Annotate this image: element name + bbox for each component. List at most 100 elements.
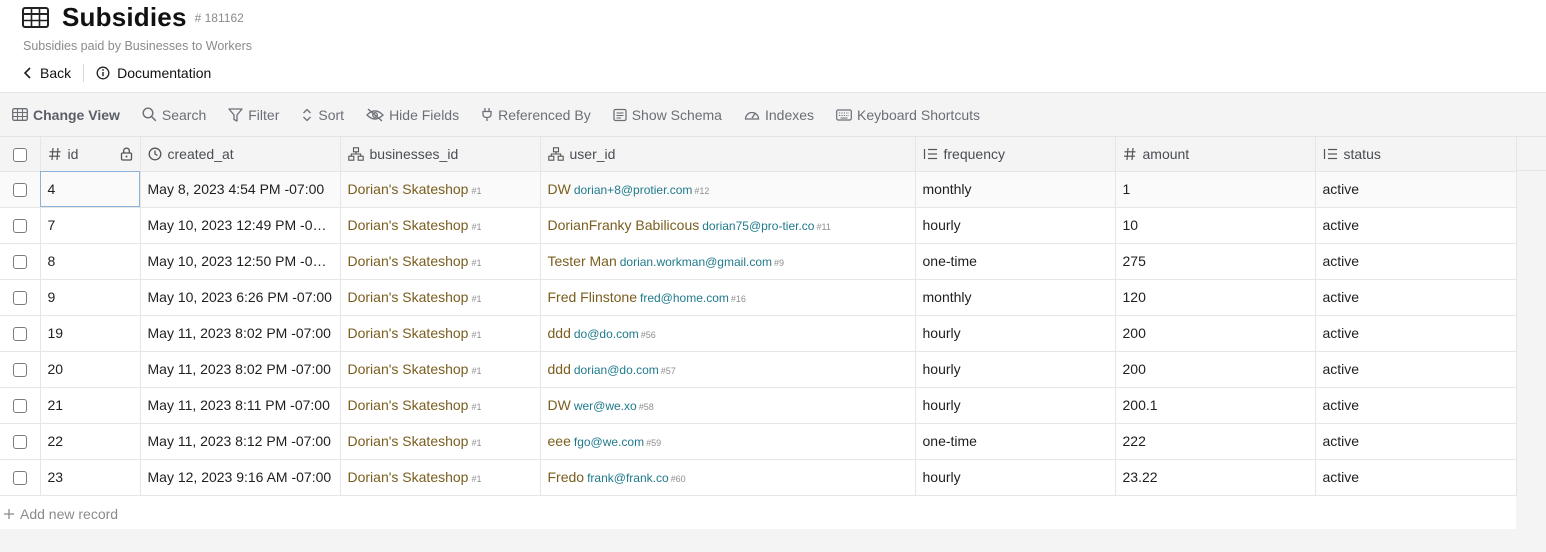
cell-amount[interactable]: 222 [1115, 423, 1316, 460]
user-name[interactable]: Fredo [548, 469, 585, 485]
column-header-created-at[interactable]: created_at [140, 137, 341, 172]
cell-amount[interactable]: 200 [1115, 351, 1316, 388]
business-name[interactable]: Dorian's Skateshop [348, 325, 469, 341]
cell-status[interactable]: active [1315, 423, 1517, 460]
cell-frequency[interactable]: hourly [915, 387, 1116, 424]
user-name[interactable]: Tester Man [548, 253, 617, 269]
column-header-amount[interactable]: amount [1115, 137, 1316, 172]
cell-status[interactable]: active [1315, 171, 1517, 208]
cell-businesses-id[interactable]: Dorian's Skateshop #1 [340, 459, 541, 496]
row-checkbox[interactable] [12, 183, 27, 198]
business-name[interactable]: Dorian's Skateshop [348, 361, 469, 377]
cell-created-at[interactable]: May 11, 2023 8:02 PM -07:00 [140, 315, 341, 352]
table-row[interactable]: 7 May 10, 2023 12:49 PM -07:00 Dorian's Sk… [0, 207, 1517, 244]
business-name[interactable]: Dorian's Skateshop [348, 289, 469, 305]
cell-id[interactable]: 4 [40, 171, 141, 208]
user-name[interactable]: ddd [548, 325, 571, 341]
cell-frequency[interactable]: monthly [915, 279, 1116, 316]
cell-status[interactable]: active [1315, 279, 1517, 316]
cell-user-id[interactable]: DW wer@we.xo #58 [540, 387, 916, 424]
cell-id[interactable]: 9 [40, 279, 141, 316]
cell-created-at[interactable]: May 8, 2023 4:54 PM -07:00 [140, 171, 341, 208]
user-name[interactable]: DW [548, 397, 571, 413]
hide-fields-button[interactable]: Hide Fields [366, 107, 459, 123]
add-record-button[interactable]: Add new record [0, 496, 1516, 532]
user-name[interactable]: Fred Flinstone [548, 289, 637, 305]
row-checkbox[interactable] [12, 363, 27, 378]
cell-businesses-id[interactable]: Dorian's Skateshop #1 [340, 171, 541, 208]
cell-user-id[interactable]: ddd do@do.com #56 [540, 315, 916, 352]
user-name[interactable]: eee [548, 433, 571, 449]
row-checkbox[interactable] [12, 219, 27, 234]
row-checkbox[interactable] [12, 291, 27, 306]
row-checkbox[interactable] [12, 435, 27, 450]
table-row[interactable]: 22 May 11, 2023 8:12 PM -07:00 Dorian's Sk… [0, 423, 1517, 460]
cell-user-id[interactable]: Tester Man dorian.workman@gmail.com #9 [540, 243, 916, 280]
row-checkbox[interactable] [12, 399, 27, 414]
show-schema-button[interactable]: Show Schema [613, 107, 722, 123]
cell-frequency[interactable]: hourly [915, 459, 1116, 496]
cell-amount[interactable]: 120 [1115, 279, 1316, 316]
table-row[interactable]: 23 May 12, 2023 9:16 AM -07:00 Dorian's Sk… [0, 459, 1517, 496]
cell-businesses-id[interactable]: Dorian's Skateshop #1 [340, 279, 541, 316]
table-row[interactable]: 21 May 11, 2023 8:11 PM -07:00 Dorian's Sk… [0, 387, 1517, 424]
cell-frequency[interactable]: hourly [915, 207, 1116, 244]
cell-amount[interactable]: 10 [1115, 207, 1316, 244]
table-row[interactable]: 9 May 10, 2023 6:26 PM -07:00 Dorian's Ska… [0, 279, 1517, 316]
search-button[interactable]: Search [142, 107, 206, 123]
cell-created-at[interactable]: May 10, 2023 12:49 PM -07:00 [140, 207, 341, 244]
cell-created-at[interactable]: May 10, 2023 12:50 PM -07:00 [140, 243, 341, 280]
cell-frequency[interactable]: hourly [915, 315, 1116, 352]
row-checkbox[interactable] [12, 471, 27, 486]
cell-status[interactable]: active [1315, 459, 1517, 496]
cell-created-at[interactable]: May 12, 2023 9:16 AM -07:00 [140, 459, 341, 496]
cell-status[interactable]: active [1315, 315, 1517, 352]
cell-amount[interactable]: 23.22 [1115, 459, 1316, 496]
row-checkbox[interactable] [12, 255, 27, 270]
sort-button[interactable]: Sort [301, 107, 344, 123]
cell-status[interactable]: active [1315, 207, 1517, 244]
business-name[interactable]: Dorian's Skateshop [348, 469, 469, 485]
cell-amount[interactable]: 200.1 [1115, 387, 1316, 424]
business-name[interactable]: Dorian's Skateshop [348, 181, 469, 197]
user-name[interactable]: DorianFranky Babilicous [548, 217, 700, 233]
change-view-button[interactable]: Change View [12, 107, 120, 123]
cell-created-at[interactable]: May 11, 2023 8:11 PM -07:00 [140, 387, 341, 424]
cell-frequency[interactable]: monthly [915, 171, 1116, 208]
cell-businesses-id[interactable]: Dorian's Skateshop #1 [340, 387, 541, 424]
keyboard-shortcuts-button[interactable]: Keyboard Shortcuts [836, 107, 980, 123]
table-row[interactable]: 19 May 11, 2023 8:02 PM -07:00 Dorian's Sk… [0, 315, 1517, 352]
cell-id[interactable]: 21 [40, 387, 141, 424]
cell-businesses-id[interactable]: Dorian's Skateshop #1 [340, 423, 541, 460]
column-header-businesses-id[interactable]: businesses_id [340, 137, 541, 172]
cell-businesses-id[interactable]: Dorian's Skateshop #1 [340, 243, 541, 280]
cell-amount[interactable]: 200 [1115, 315, 1316, 352]
indexes-button[interactable]: Indexes [744, 107, 814, 123]
filter-button[interactable]: Filter [228, 107, 279, 123]
business-name[interactable]: Dorian's Skateshop [348, 433, 469, 449]
cell-user-id[interactable]: Fredo frank@frank.co #60 [540, 459, 916, 496]
cell-status[interactable]: active [1315, 387, 1517, 424]
business-name[interactable]: Dorian's Skateshop [348, 253, 469, 269]
table-row[interactable]: 8 May 10, 2023 12:50 PM -07:00 Dorian's Sk… [0, 243, 1517, 280]
cell-created-at[interactable]: May 10, 2023 6:26 PM -07:00 [140, 279, 341, 316]
referenced-by-button[interactable]: Referenced By [481, 107, 591, 123]
cell-user-id[interactable]: DW dorian+8@protier.com #12 [540, 171, 916, 208]
cell-user-id[interactable]: eee fgo@we.com #59 [540, 423, 916, 460]
back-button[interactable]: Back [23, 65, 71, 81]
cell-status[interactable]: active [1315, 243, 1517, 280]
column-header-frequency[interactable]: frequency [915, 137, 1116, 172]
cell-amount[interactable]: 275 [1115, 243, 1316, 280]
table-row[interactable]: 4 May 8, 2023 4:54 PM -07:00 Dorian's Skat… [0, 171, 1517, 208]
table-row[interactable]: 20 May 11, 2023 8:02 PM -07:00 Dorian's Sk… [0, 351, 1517, 388]
cell-user-id[interactable]: DorianFranky Babilicous dorian75@pro-tier… [540, 207, 916, 244]
cell-amount[interactable]: 1 [1115, 171, 1316, 208]
select-all-checkbox[interactable] [12, 147, 27, 162]
cell-id[interactable]: 23 [40, 459, 141, 496]
cell-businesses-id[interactable]: Dorian's Skateshop #1 [340, 315, 541, 352]
cell-user-id[interactable]: ddd dorian@do.com #57 [540, 351, 916, 388]
user-name[interactable]: ddd [548, 361, 571, 377]
business-name[interactable]: Dorian's Skateshop [348, 397, 469, 413]
cell-id[interactable]: 22 [40, 423, 141, 460]
user-name[interactable]: DW [548, 181, 571, 197]
